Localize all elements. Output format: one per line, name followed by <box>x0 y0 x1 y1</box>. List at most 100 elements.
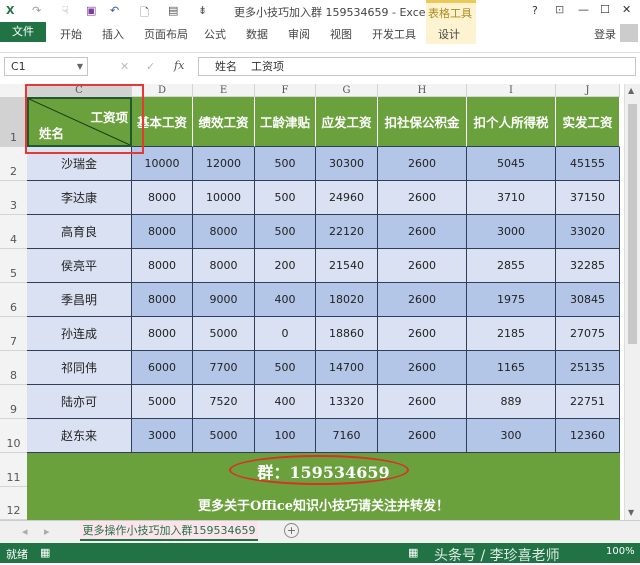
table-cell[interactable]: 1165 <box>467 351 556 385</box>
employee-name-cell[interactable]: 季昌明 <box>27 283 132 317</box>
tab-formulas[interactable]: 公式 <box>204 26 226 42</box>
help-button[interactable]: ? <box>532 4 538 17</box>
column-title[interactable]: 绩效工资 <box>193 97 255 147</box>
row-header-11[interactable]: 11 <box>0 453 27 487</box>
employee-name-cell[interactable]: 李达康 <box>27 181 132 215</box>
table-cell[interactable]: 8000 <box>132 181 193 215</box>
scroll-down-icon[interactable]: ▼ <box>628 508 634 517</box>
tab-home[interactable]: 开始 <box>60 26 82 42</box>
table-cell[interactable]: 2600 <box>378 351 467 385</box>
row-header-3[interactable]: 3 <box>0 181 27 215</box>
next-sheet-icon[interactable]: ▸ <box>44 525 50 538</box>
table-cell[interactable]: 24960 <box>316 181 378 215</box>
tab-data[interactable]: 数据 <box>246 26 268 42</box>
table-cell[interactable]: 500 <box>255 215 316 249</box>
close-button[interactable]: ✕ <box>622 3 631 16</box>
row-header-5[interactable]: 5 <box>0 249 27 283</box>
zoom-level[interactable]: 100% <box>606 546 635 557</box>
column-header-g[interactable]: G <box>316 84 378 97</box>
table-cell[interactable]: 500 <box>255 147 316 181</box>
table-cell[interactable]: 3000 <box>132 419 193 453</box>
scroll-up-icon[interactable]: ▲ <box>628 86 634 95</box>
column-title[interactable]: 应发工资 <box>316 97 378 147</box>
row-header-6[interactable]: 6 <box>0 283 27 317</box>
select-all-button[interactable] <box>0 84 27 97</box>
table-cell[interactable]: 200 <box>255 249 316 283</box>
column-title[interactable]: 扣个人所得税 <box>467 97 556 147</box>
column-header-f[interactable]: F <box>255 84 316 97</box>
tab-design[interactable]: 设计 <box>438 26 460 42</box>
table-cell[interactable]: 22120 <box>316 215 378 249</box>
row-header-1[interactable]: 1 <box>0 97 27 147</box>
table-cell[interactable]: 2855 <box>467 249 556 283</box>
table-cell[interactable]: 6000 <box>132 351 193 385</box>
employee-name-cell[interactable]: 赵东来 <box>27 419 132 453</box>
table-cell[interactable]: 2600 <box>378 181 467 215</box>
table-cell[interactable]: 7700 <box>193 351 255 385</box>
table-cell[interactable]: 12360 <box>556 419 620 453</box>
row-header-10[interactable]: 10 <box>0 419 27 453</box>
chevron-down-icon[interactable]: ▼ <box>77 58 83 75</box>
table-cell[interactable]: 25135 <box>556 351 620 385</box>
employee-name-cell[interactable]: 高育良 <box>27 215 132 249</box>
row-header-4[interactable]: 4 <box>0 215 27 249</box>
table-cell[interactable]: 22751 <box>556 385 620 419</box>
table-cell[interactable]: 14700 <box>316 351 378 385</box>
print-preview-icon[interactable]: 🗋 <box>140 4 149 23</box>
column-title[interactable]: 实发工资 <box>556 97 620 147</box>
minimize-button[interactable]: — <box>578 3 589 16</box>
insert-function-button[interactable]: fx <box>174 59 184 72</box>
login-link[interactable]: 登录 <box>594 26 616 42</box>
column-title[interactable]: 扣社保公积金 <box>378 97 467 147</box>
column-header-i[interactable]: I <box>467 84 556 97</box>
table-cell[interactable]: 8000 <box>193 249 255 283</box>
table-cell[interactable]: 12000 <box>193 147 255 181</box>
touch-mode-icon[interactable]: ☟ <box>62 4 69 17</box>
save-icon[interactable]: ▣ <box>86 4 96 17</box>
table-cell[interactable]: 13320 <box>316 385 378 419</box>
table-cell[interactable]: 5000 <box>193 419 255 453</box>
table-cell[interactable]: 100 <box>255 419 316 453</box>
column-header-e[interactable]: E <box>193 84 255 97</box>
table-cell[interactable]: 8000 <box>132 283 193 317</box>
table-cell[interactable]: 300 <box>467 419 556 453</box>
table-cell[interactable]: 0 <box>255 317 316 351</box>
table-cell[interactable]: 2600 <box>378 419 467 453</box>
table-cell[interactable]: 2600 <box>378 249 467 283</box>
prev-sheet-icon[interactable]: ◂ <box>22 525 28 538</box>
redo-icon[interactable]: ↷ <box>32 4 41 17</box>
tab-insert[interactable]: 插入 <box>102 26 124 42</box>
table-cell[interactable]: 37150 <box>556 181 620 215</box>
table-cell[interactable]: 2600 <box>378 283 467 317</box>
table-cell[interactable]: 2600 <box>378 385 467 419</box>
table-cell[interactable]: 400 <box>255 385 316 419</box>
table-cell[interactable]: 2185 <box>467 317 556 351</box>
table-cell[interactable]: 2600 <box>378 317 467 351</box>
table-cell[interactable]: 7520 <box>193 385 255 419</box>
maximize-button[interactable]: ☐ <box>600 3 610 16</box>
table-cell[interactable]: 3000 <box>467 215 556 249</box>
table-cell[interactable]: 8000 <box>132 215 193 249</box>
row-header-8[interactable]: 8 <box>0 351 27 385</box>
tab-developer[interactable]: 开发工具 <box>372 26 416 42</box>
table-cell[interactable]: 8000 <box>132 249 193 283</box>
name-box[interactable]: C1▼ <box>4 57 88 76</box>
table-cell[interactable]: 18860 <box>316 317 378 351</box>
tab-page-layout[interactable]: 页面布局 <box>144 26 188 42</box>
table-cell[interactable]: 889 <box>467 385 556 419</box>
ribbon-display-icon[interactable]: ⊡ <box>555 3 564 16</box>
table-cell[interactable]: 3710 <box>467 181 556 215</box>
column-title[interactable]: 工龄津贴 <box>255 97 316 147</box>
tab-view[interactable]: 视图 <box>330 26 352 42</box>
formula-input[interactable]: 姓名 工资项 <box>198 57 636 76</box>
table-cell[interactable]: 2600 <box>378 215 467 249</box>
macro-record-icon[interactable]: ▦ <box>40 546 50 559</box>
tab-review[interactable]: 审阅 <box>288 26 310 42</box>
table-cell[interactable]: 7160 <box>316 419 378 453</box>
scroll-thumb[interactable] <box>628 104 637 344</box>
cancel-icon[interactable]: ✕ <box>120 60 129 73</box>
toolbox-icon[interactable]: ▤ <box>168 4 178 17</box>
enter-icon[interactable]: ✓ <box>146 60 155 73</box>
employee-name-cell[interactable]: 陆亦可 <box>27 385 132 419</box>
column-header-h[interactable]: H <box>378 84 467 97</box>
